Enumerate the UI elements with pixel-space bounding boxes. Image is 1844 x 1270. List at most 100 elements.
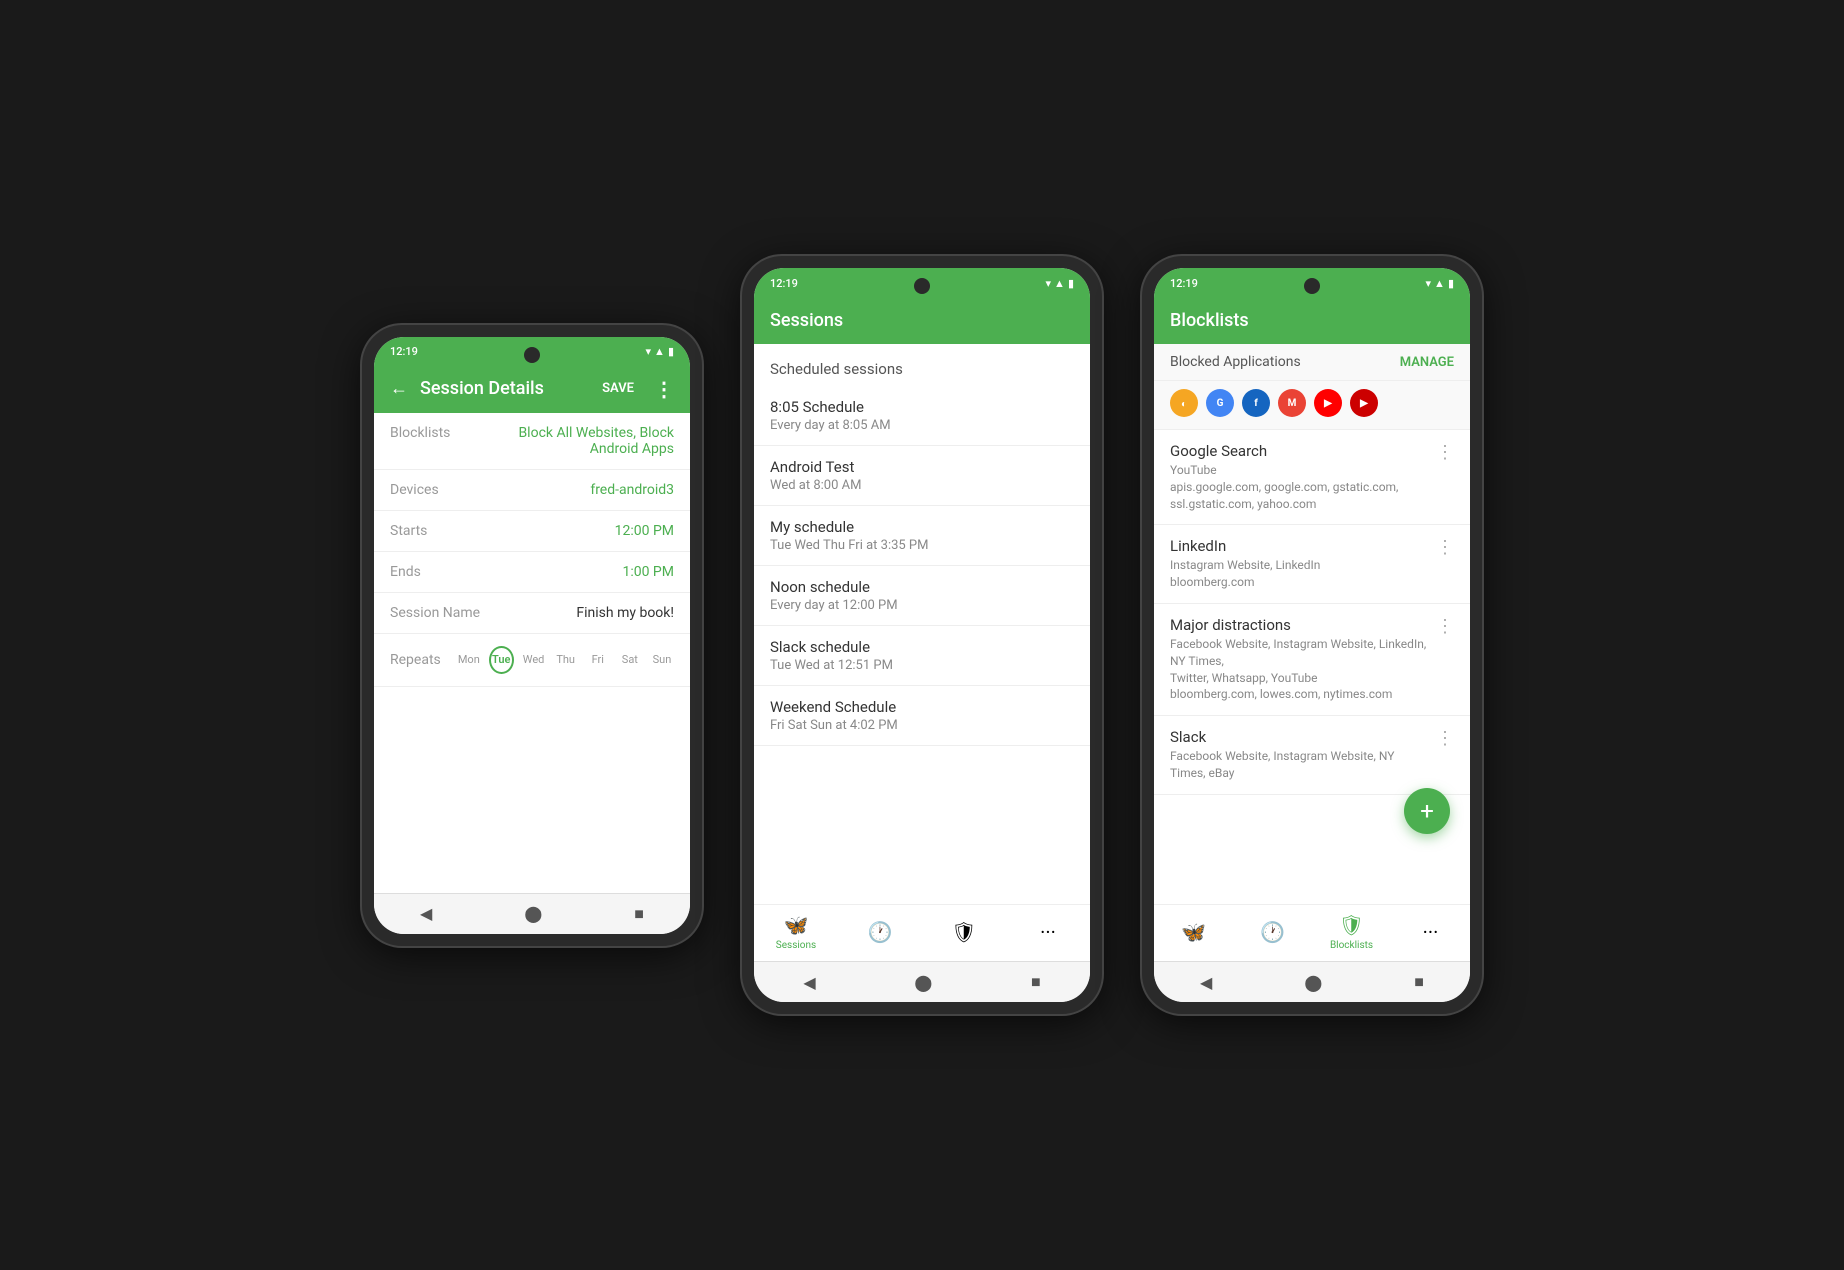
android-back-btn3[interactable]: ◀ xyxy=(1200,973,1212,992)
wifi-icon: ▾ xyxy=(646,345,652,358)
session-name-3: My schedule xyxy=(770,518,1074,536)
android-back-btn2[interactable]: ◀ xyxy=(803,973,815,992)
ends-value: 1:00 PM xyxy=(480,564,674,580)
nav-sessions[interactable]: 🦋 Sessions xyxy=(771,913,821,951)
phone2-bottom-nav: 🦋 Sessions 🕐 🛡 ··· xyxy=(754,904,1090,961)
day-sat[interactable]: Sat xyxy=(618,646,642,674)
nav3-sessions[interactable]: 🦋 xyxy=(1169,920,1219,944)
blocklist-linkedin-sub: Instagram Website, LinkedInbloomberg.com xyxy=(1170,557,1428,591)
phone3-inner: 12:19 ▾ ▲ ▮ Blocklists Blocked Applicati… xyxy=(1154,268,1470,1002)
svg-text:◐: ◐ xyxy=(1181,399,1187,410)
blocklist-slack-name: Slack xyxy=(1170,728,1428,746)
sessions-nav-icon: 🦋 xyxy=(784,913,809,937)
blocklist-item-google[interactable]: Google Search YouTubeapis.google.com, go… xyxy=(1154,430,1470,525)
phone2-time: 12:19 xyxy=(770,277,798,290)
blocklist-linkedin-name: LinkedIn xyxy=(1170,537,1428,555)
nav3-shield[interactable]: 🛡 Blocklists xyxy=(1327,913,1377,951)
session-name-value: Finish my book! xyxy=(480,605,674,621)
phone1-inner: 12:19 ▾ ▲ ▮ ← Session Details SAVE ⋮ Blo… xyxy=(374,337,690,934)
session-item-1[interactable]: 8:05 Schedule Every day at 8:05 AM xyxy=(754,386,1090,446)
phone1-toolbar: ← Session Details SAVE ⋮ xyxy=(374,365,690,413)
phone1-notch xyxy=(524,347,540,363)
blocked-apps-title: Blocked Applications xyxy=(1170,354,1301,370)
nav-more[interactable]: ··· xyxy=(1023,920,1073,944)
session-name-1: 8:05 Schedule xyxy=(770,398,1074,416)
starts-row: Starts 12:00 PM xyxy=(374,511,690,552)
android-home-btn2[interactable]: ⬤ xyxy=(914,973,932,992)
shield3-nav-icon: 🛡 xyxy=(1339,913,1364,937)
phone3-toolbar: Blocklists xyxy=(1154,296,1470,344)
session-item-6[interactable]: Weekend Schedule Fri Sat Sun at 4:02 PM xyxy=(754,686,1090,746)
starts-value: 12:00 PM xyxy=(480,523,674,539)
session-name-5: Slack schedule xyxy=(770,638,1074,656)
app-icon-5: ▶ xyxy=(1314,389,1342,417)
session-item-4[interactable]: Noon schedule Every day at 12:00 PM xyxy=(754,566,1090,626)
android-home-btn3[interactable]: ⬤ xyxy=(1304,973,1322,992)
menu-button[interactable]: ⋮ xyxy=(654,377,674,401)
day-wed[interactable]: Wed xyxy=(522,646,546,674)
android-home-btn[interactable]: ⬤ xyxy=(524,904,542,923)
nav3-clock[interactable]: 🕐 xyxy=(1248,920,1298,944)
phone2-status-icons: ▾ ▲ ▮ xyxy=(1046,277,1074,290)
clock-nav-icon: 🕐 xyxy=(868,920,893,944)
nav3-more[interactable]: ··· xyxy=(1406,920,1456,944)
android-recent-btn2[interactable]: ■ xyxy=(1031,972,1041,992)
session-item-3[interactable]: My schedule Tue Wed Thu Fri at 3:35 PM xyxy=(754,506,1090,566)
android-recent-btn3[interactable]: ■ xyxy=(1414,972,1424,992)
blocklist-slack-menu[interactable]: ⋮ xyxy=(1428,728,1454,749)
android-recent-btn[interactable]: ■ xyxy=(634,904,644,924)
sessions3-nav-icon: 🦋 xyxy=(1181,920,1206,944)
devices-row: Devices fred-android3 xyxy=(374,470,690,511)
blocklist-major-sub: Facebook Website, Instagram Website, Lin… xyxy=(1170,636,1428,703)
phone3-notch xyxy=(1304,278,1320,294)
save-button[interactable]: SAVE xyxy=(602,381,634,396)
day-fri[interactable]: Fri xyxy=(586,646,610,674)
android-back-btn[interactable]: ◀ xyxy=(420,904,432,923)
battery-icon2: ▮ xyxy=(1068,277,1074,290)
phone3-time: 12:19 xyxy=(1170,277,1198,290)
blocklist-item-linkedin[interactable]: LinkedIn Instagram Website, LinkedInbloo… xyxy=(1154,525,1470,604)
phone1-android-nav: ◀ ⬤ ■ xyxy=(374,893,690,934)
wifi-icon2: ▾ xyxy=(1046,277,1052,290)
session-item-2[interactable]: Android Test Wed at 8:00 AM xyxy=(754,446,1090,506)
day-mon[interactable]: Mon xyxy=(457,646,481,674)
starts-label: Starts xyxy=(390,523,480,539)
day-sun[interactable]: Sun xyxy=(650,646,674,674)
session-name-4: Noon schedule xyxy=(770,578,1074,596)
blocklist-slack-content: Slack Facebook Website, Instagram Websit… xyxy=(1170,728,1428,782)
blocklist-item-slack[interactable]: Slack Facebook Website, Instagram Websit… xyxy=(1154,716,1470,795)
blocklists-value: Block All Websites, Block Android Apps xyxy=(480,425,674,457)
phone1: 12:19 ▾ ▲ ▮ ← Session Details SAVE ⋮ Blo… xyxy=(362,325,702,946)
blocklist-linkedin-content: LinkedIn Instagram Website, LinkedInbloo… xyxy=(1170,537,1428,591)
phone2-inner: 12:19 ▾ ▲ ▮ Sessions Scheduled sessions … xyxy=(754,268,1090,1002)
day-thu[interactable]: Thu xyxy=(554,646,578,674)
phone3-android-nav: ◀ ⬤ ■ xyxy=(1154,961,1470,1002)
devices-label: Devices xyxy=(390,482,480,498)
session-item-5[interactable]: Slack schedule Tue Wed at 12:51 PM xyxy=(754,626,1090,686)
phone3-status-icons: ▾ ▲ ▮ xyxy=(1426,277,1454,290)
blocklist-item-major[interactable]: Major distractions Facebook Website, Ins… xyxy=(1154,604,1470,716)
phone2-notch xyxy=(914,278,930,294)
blocklist-slack-sub: Facebook Website, Instagram Website, NY … xyxy=(1170,748,1428,782)
signal-icon2: ▲ xyxy=(1054,277,1065,290)
nav-clock[interactable]: 🕐 xyxy=(855,920,905,944)
session-time-2: Wed at 8:00 AM xyxy=(770,478,1074,493)
nav-shield[interactable]: 🛡 xyxy=(939,920,989,944)
shield-nav-icon: 🛡 xyxy=(951,920,976,944)
fab-add-button[interactable]: + xyxy=(1404,788,1450,834)
session-time-5: Tue Wed at 12:51 PM xyxy=(770,658,1074,673)
phone1-title: Session Details xyxy=(420,378,590,399)
manage-button[interactable]: MANAGE xyxy=(1400,355,1454,370)
blocklist-major-menu[interactable]: ⋮ xyxy=(1428,616,1454,637)
day-tue[interactable]: Tue xyxy=(489,646,514,674)
session-name-label: Session Name xyxy=(390,605,480,621)
shield3-nav-label: Blocklists xyxy=(1330,940,1373,951)
phone3: 12:19 ▾ ▲ ▮ Blocklists Blocked Applicati… xyxy=(1142,256,1482,1014)
blocklist-google-menu[interactable]: ⋮ xyxy=(1428,442,1454,463)
battery-icon3: ▮ xyxy=(1448,277,1454,290)
blocklist-google-name: Google Search xyxy=(1170,442,1428,460)
blocklist-linkedin-menu[interactable]: ⋮ xyxy=(1428,537,1454,558)
signal-icon3: ▲ xyxy=(1434,277,1445,290)
back-button[interactable]: ← xyxy=(390,378,408,399)
session-time-6: Fri Sat Sun at 4:02 PM xyxy=(770,718,1074,733)
